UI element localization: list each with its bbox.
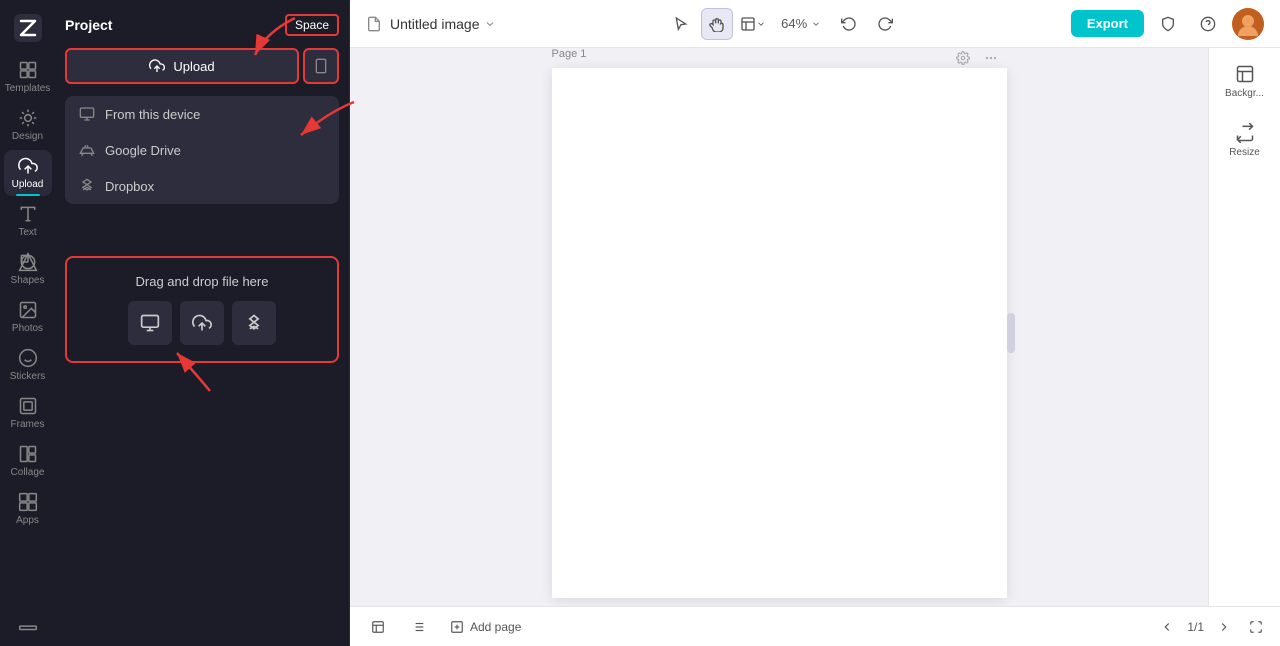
drag-drop-area[interactable]: Drag and drop file here (65, 256, 339, 363)
right-panel: Backgr... Resize (1208, 48, 1280, 606)
more-horizontal-icon (984, 51, 998, 65)
main-area: Untitled image (350, 0, 1280, 646)
sidebar-item-design[interactable]: Design (4, 102, 52, 148)
cloud-upload-icon-btn[interactable] (180, 301, 224, 345)
sidebar-item-apps[interactable]: Apps (4, 486, 52, 532)
header-tools: 64% (665, 8, 901, 40)
sidebar-item-settings[interactable] (4, 606, 52, 638)
sidebar-item-stickers[interactable]: Stickers (4, 342, 52, 388)
layout-tool-btn[interactable] (737, 8, 769, 40)
sidebar-item-upload[interactable]: Upload (4, 150, 52, 196)
upload-button[interactable]: Upload (65, 48, 299, 84)
header-left: Untitled image (366, 16, 496, 32)
doc-icon (366, 16, 382, 32)
prev-page-btn[interactable] (1155, 615, 1179, 639)
page-label: Page 1 (552, 48, 587, 60)
page-list-btn[interactable] (402, 611, 434, 643)
chevron-down-icon (484, 18, 496, 30)
sidebar-item-photos[interactable]: Photos (4, 294, 52, 340)
drag-drop-icons (128, 301, 276, 345)
from-device-item[interactable]: From this device (65, 96, 339, 132)
sidebar-item-frames[interactable]: Frames (4, 390, 52, 436)
dropdown-container: From this device Google Drive Dropbox (65, 92, 339, 204)
add-page-icon (450, 620, 464, 634)
bottom-bar: Add page 1/1 (350, 606, 1280, 646)
add-page-btn[interactable]: Add page (442, 616, 529, 638)
layout-icon (740, 16, 756, 32)
help-icon (1200, 16, 1216, 32)
undo-btn[interactable] (833, 8, 865, 40)
bottom-left: Add page (362, 611, 529, 643)
panel-header: Project Space (65, 10, 339, 40)
chevron-left-icon (1160, 620, 1174, 634)
sidebar-bottom (4, 606, 52, 638)
upload-dropdown: From this device Google Drive Dropbox (65, 96, 339, 204)
resize-btn[interactable]: Resize (1217, 115, 1272, 166)
zoom-chevron-icon (811, 19, 821, 29)
tablet-icon (313, 58, 329, 74)
background-btn[interactable]: Backgr... (1217, 56, 1272, 107)
thumbnail-icon (371, 620, 385, 634)
doc-title[interactable]: Untitled image (390, 16, 496, 32)
upload-secondary-button[interactable] (303, 48, 339, 84)
space-button[interactable]: Space (285, 14, 339, 36)
cloud-upload-icon (192, 313, 212, 333)
page-number: 1/1 (1187, 620, 1204, 634)
dropbox-small-icon (244, 313, 264, 333)
background-icon (1235, 64, 1255, 84)
upload-button-row: Upload (65, 48, 339, 84)
device-upload-icon-btn[interactable] (128, 301, 172, 345)
chevron-down-small-icon (756, 19, 766, 29)
panel-sidebar: Project Space Upload (55, 0, 350, 646)
monitor-icon (79, 106, 95, 122)
sidebar-item-text[interactable]: Text (4, 198, 52, 244)
hand-icon (709, 16, 725, 32)
top-header: Untitled image (350, 0, 1280, 48)
drag-drop-container: Drag and drop file here (65, 236, 339, 363)
bottom-right: 1/1 (1155, 615, 1268, 639)
sidebar-item-shapes[interactable]: Shapes (4, 246, 52, 292)
sidebar-item-collage[interactable]: Collage (4, 438, 52, 484)
icon-sidebar: Templates Design Upload (0, 0, 55, 646)
sidebar-item-templates[interactable]: Templates (4, 54, 52, 100)
dropbox-item[interactable]: Dropbox (65, 168, 339, 204)
upload-icon (149, 58, 165, 74)
pointer-icon (673, 16, 689, 32)
monitor-small-icon (140, 313, 160, 333)
shield-icon (1160, 16, 1176, 32)
zoom-btn[interactable]: 64% (773, 12, 829, 35)
canvas-area: Page 1 (350, 48, 1208, 606)
fullscreen-icon (1249, 620, 1263, 634)
fullscreen-btn[interactable] (1244, 615, 1268, 639)
resize-icon (1235, 123, 1255, 143)
google-drive-icon (79, 142, 95, 158)
shield-btn[interactable] (1152, 8, 1184, 40)
app-logo[interactable] (4, 8, 52, 48)
pointer-tool-btn[interactable] (665, 8, 697, 40)
settings-icon (956, 51, 970, 65)
undo-icon (841, 16, 857, 32)
dropbox-icon (79, 178, 95, 194)
google-drive-item[interactable]: Google Drive (65, 132, 339, 168)
canvas-page (552, 68, 1007, 598)
dropbox-small-icon-btn[interactable] (232, 301, 276, 345)
help-btn[interactable] (1192, 8, 1224, 40)
export-button[interactable]: Export (1071, 10, 1144, 37)
page-thumbnail-btn[interactable] (362, 611, 394, 643)
redo-icon (877, 16, 893, 32)
panel-project-title: Project (65, 17, 112, 33)
list-icon (411, 620, 425, 634)
chevron-right-icon (1217, 620, 1231, 634)
canvas-right-container: Page 1 (350, 48, 1280, 606)
redo-btn[interactable] (869, 8, 901, 40)
user-avatar[interactable] (1232, 8, 1264, 40)
resize-handle[interactable] (1007, 313, 1015, 353)
next-page-btn[interactable] (1212, 615, 1236, 639)
header-right: Export (1071, 8, 1264, 40)
drag-drop-label: Drag and drop file here (136, 274, 269, 289)
avatar-image (1232, 8, 1264, 40)
canvas-page-wrapper: Page 1 (552, 68, 1007, 598)
hand-tool-btn[interactable] (701, 8, 733, 40)
